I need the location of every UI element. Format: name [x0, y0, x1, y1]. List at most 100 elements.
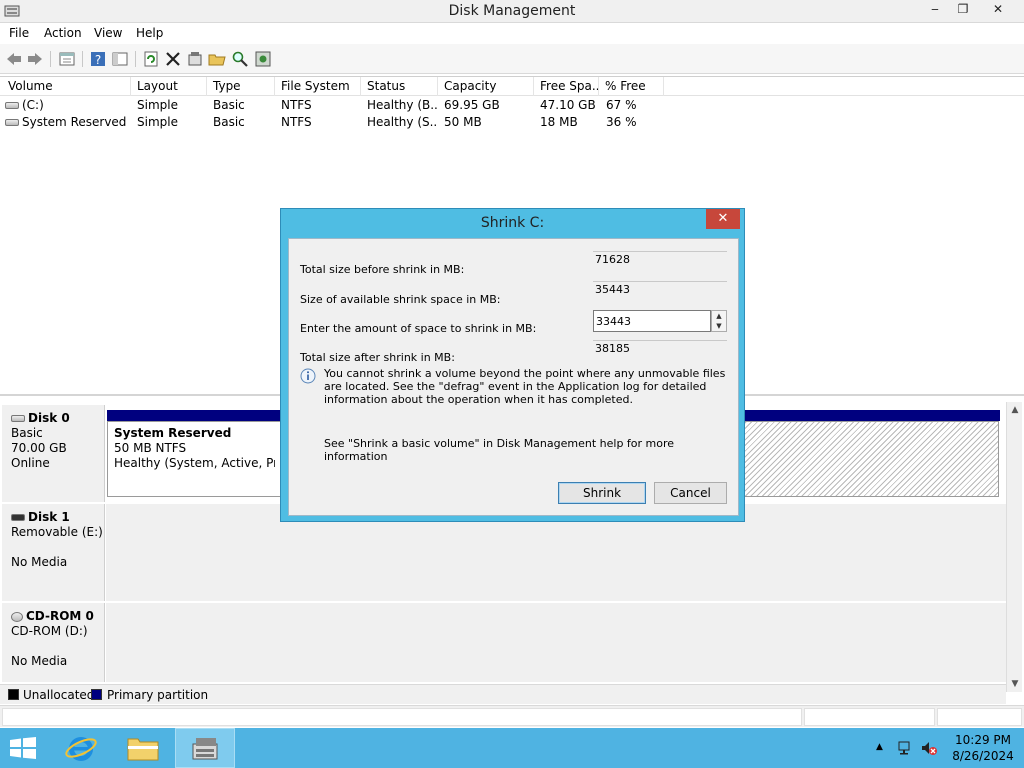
scroll-up-arrow-icon[interactable]: ▲: [1007, 402, 1023, 418]
volume-percent-free: 67 %: [606, 98, 637, 112]
properties-icon[interactable]: [58, 50, 76, 68]
spin-up-arrow-icon[interactable]: ▲: [712, 311, 726, 321]
total-size-after-label: Total size after shrink in MB:: [300, 351, 455, 364]
column-header-capacity[interactable]: Capacity: [438, 77, 534, 96]
shrink-button[interactable]: Shrink: [558, 482, 646, 504]
help-icon[interactable]: ?: [89, 50, 107, 68]
start-button-windows-icon[interactable]: [8, 737, 38, 759]
disk-name: CD-ROM 0: [26, 609, 94, 623]
cdrom-0-label[interactable]: CD-ROM 0 CD-ROM (D:) No Media: [2, 603, 105, 682]
info-message: You cannot shrink a volume beyond the po…: [324, 367, 726, 406]
total-size-after-value: 38185: [593, 340, 727, 362]
column-header-percent-free[interactable]: % Free: [599, 77, 664, 96]
network-icon[interactable]: [897, 739, 915, 757]
column-header-layout[interactable]: Layout: [131, 77, 207, 96]
disk-type: Basic: [11, 426, 43, 440]
dialog-body: Total size before shrink in MB: 71628 Si…: [288, 238, 739, 516]
volume-capacity: 50 MB: [444, 115, 482, 129]
close-button[interactable]: ✕: [976, 0, 1020, 19]
delete-icon[interactable]: [164, 50, 182, 68]
disk-size: [11, 540, 104, 555]
refresh-icon[interactable]: [142, 50, 160, 68]
table-row[interactable]: System Reserved Simple Basic NTFS Health…: [0, 114, 1024, 131]
disk-state: No Media: [11, 555, 68, 569]
disk-size: 70.00 GB: [11, 441, 67, 455]
menu-help[interactable]: Help: [136, 26, 163, 40]
available-shrink-space-label: Size of available shrink space in MB:: [300, 293, 501, 306]
shrink-amount-stepper[interactable]: ▲ ▼: [711, 310, 727, 332]
total-size-before-label: Total size before shrink in MB:: [300, 263, 465, 276]
minimize-button[interactable]: ‒: [921, 0, 949, 19]
disk-type: CD-ROM (D:): [11, 624, 88, 638]
file-explorer-icon[interactable]: [125, 733, 161, 763]
volume-type: Basic: [213, 115, 245, 129]
console-icon[interactable]: [111, 50, 129, 68]
column-header-file-system[interactable]: File System: [275, 77, 361, 96]
spin-down-arrow-icon[interactable]: ▼: [712, 321, 726, 331]
volume-layout: Simple: [137, 115, 178, 129]
restore-button[interactable]: ❐: [949, 0, 977, 19]
cdrom-icon: [11, 611, 23, 622]
volume-muted-icon[interactable]: [920, 739, 938, 757]
search-icon[interactable]: [231, 50, 249, 68]
partition-size: 50 MB NTFS: [114, 441, 187, 455]
menu-action[interactable]: Action: [44, 26, 82, 40]
disk-0-label[interactable]: Disk 0 Basic 70.00 GB Online: [2, 405, 105, 502]
partition-c-drive[interactable]: [740, 421, 999, 497]
internet-explorer-icon[interactable]: [64, 731, 98, 765]
toolbar: ?: [0, 44, 1024, 74]
clock-date: 8/26/2024: [952, 749, 1014, 763]
volume-capacity: 69.95 GB: [444, 98, 500, 112]
volume-free-space: 18 MB: [540, 115, 578, 129]
hard-disk-icon: [11, 415, 25, 422]
status-pane: [2, 708, 802, 726]
disk-state: No Media: [11, 654, 68, 668]
dialog-title: Shrink C:: [480, 215, 545, 231]
menu-view[interactable]: View: [94, 26, 122, 40]
open-folder-icon[interactable]: [208, 50, 226, 68]
system-clock[interactable]: 10:29 PM 8/26/2024: [948, 732, 1018, 764]
volume-file-system: NTFS: [281, 98, 312, 112]
graphical-view-scrollbar[interactable]: ▲ ▼: [1006, 402, 1022, 692]
cdrom-0-area: [106, 603, 1006, 682]
disk-size: [11, 639, 104, 654]
legend-swatch-primary: [91, 689, 102, 700]
legend-label-unallocated: Unallocated: [23, 688, 95, 702]
total-size-before-value: 71628: [593, 251, 727, 273]
drive-icon: [5, 102, 19, 109]
column-header-type[interactable]: Type: [207, 77, 275, 96]
scroll-down-arrow-icon[interactable]: ▼: [1007, 676, 1023, 692]
shrink-amount-label: Enter the amount of space to shrink in M…: [300, 322, 537, 335]
help-link-text: See "Shrink a basic volume" in Disk Mana…: [324, 437, 675, 463]
disk-name: Disk 1: [28, 510, 70, 524]
info-icon: [300, 368, 316, 384]
volume-name: (C:): [22, 98, 44, 112]
menu-file[interactable]: File: [9, 26, 29, 40]
volume-name: System Reserved: [22, 115, 127, 129]
settings-icon[interactable]: [186, 50, 204, 68]
dialog-close-button[interactable]: ✕: [706, 209, 740, 229]
disk-state: Online: [11, 456, 50, 470]
status-pane: [804, 708, 935, 726]
window-title: Disk Management: [448, 3, 576, 19]
cancel-button[interactable]: Cancel: [654, 482, 727, 504]
forward-icon[interactable]: [26, 50, 44, 68]
column-header-free-space[interactable]: Free Spa...: [534, 77, 599, 96]
partition-system-reserved[interactable]: System Reserved 50 MB NTFS Healthy (Syst…: [107, 421, 282, 497]
disk-management-taskbar-button[interactable]: [175, 728, 235, 768]
show-hidden-icons-icon[interactable]: ▲: [876, 742, 883, 752]
partition-status: Healthy (System, Active, Primar: [114, 456, 275, 470]
status-bar: [0, 705, 1024, 727]
table-row[interactable]: (C:) Simple Basic NTFS Healthy (B... 69.…: [0, 97, 1024, 114]
column-header-status[interactable]: Status: [361, 77, 438, 96]
disk-1-label[interactable]: Disk 1 Removable (E:) No Media: [2, 504, 105, 601]
partition-title: System Reserved: [114, 426, 232, 440]
volume-layout: Simple: [137, 98, 178, 112]
rescan-icon[interactable]: [254, 50, 272, 68]
volume-list-header: Volume Layout Type File System Status Ca…: [0, 77, 1024, 96]
column-header-volume[interactable]: Volume: [2, 77, 131, 96]
taskbar: ▲ 10:29 PM 8/26/2024: [0, 728, 1024, 768]
back-icon[interactable]: [5, 50, 23, 68]
volume-type: Basic: [213, 98, 245, 112]
shrink-amount-input[interactable]: [593, 310, 711, 332]
